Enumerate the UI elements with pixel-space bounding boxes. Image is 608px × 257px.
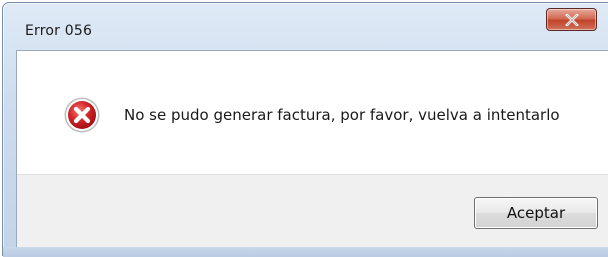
window-frame-bottom — [3, 247, 608, 257]
title-bar[interactable]: Error 056 — [3, 3, 608, 39]
error-message: No se pudo generar factura, por favor, v… — [124, 106, 560, 124]
error-dialog: Error 056 No se pudo generar factura, po… — [2, 2, 608, 257]
close-button[interactable] — [546, 8, 597, 31]
close-icon — [564, 13, 579, 26]
dialog-title: Error 056 — [25, 23, 93, 39]
button-bar: Aceptar — [17, 174, 608, 248]
ok-button[interactable]: Aceptar — [474, 197, 598, 229]
message-area: No se pudo generar factura, por favor, v… — [17, 51, 608, 174]
error-icon — [64, 97, 100, 133]
dialog-body: No se pudo generar factura, por favor, v… — [16, 50, 608, 248]
